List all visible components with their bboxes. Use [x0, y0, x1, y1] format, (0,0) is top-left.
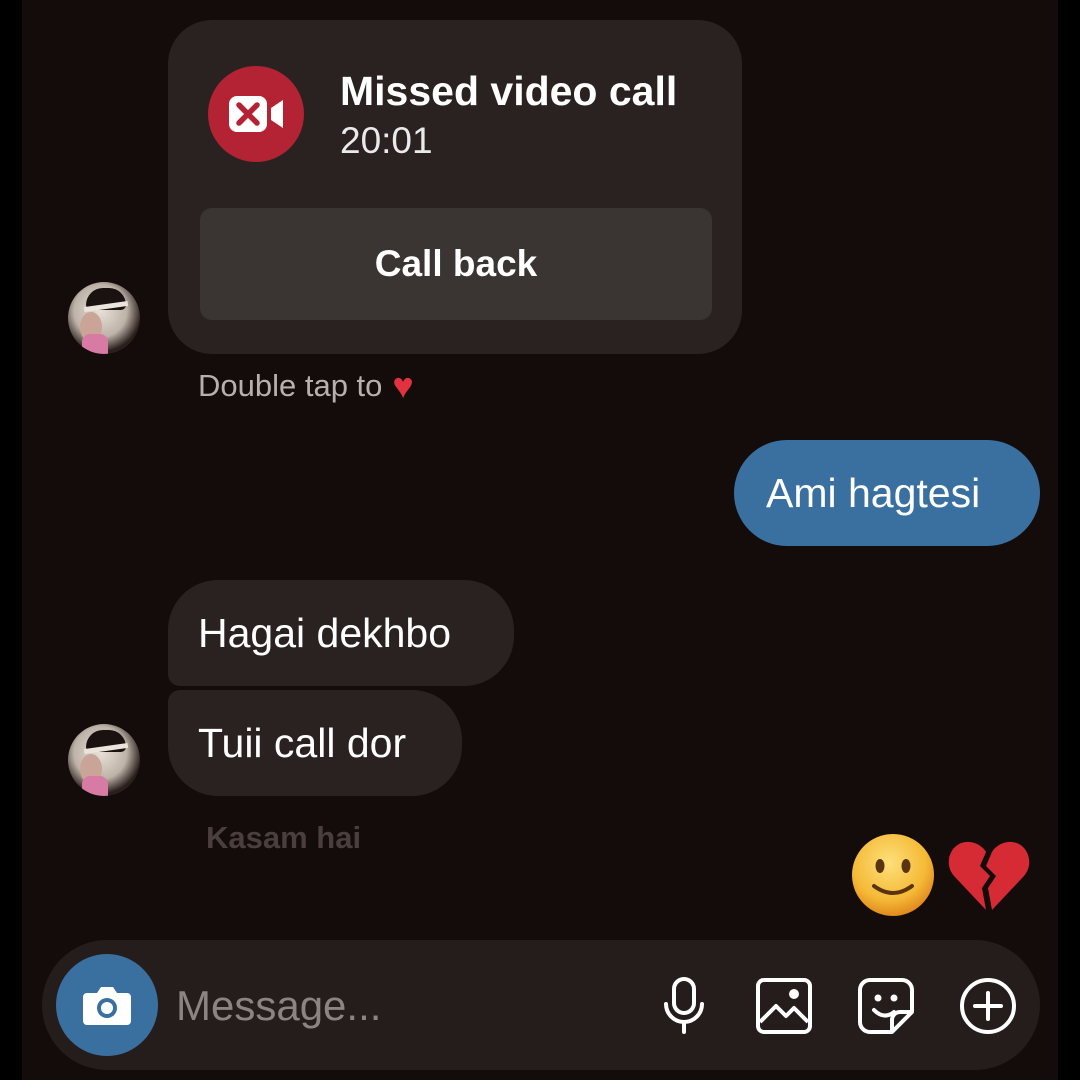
missed-call-title: Missed video call — [340, 68, 678, 114]
video-off-icon — [208, 66, 304, 162]
microphone-icon — [664, 977, 704, 1034]
chat-screen: Missed video call 20:01 Call back Double… — [22, 0, 1058, 1080]
contact-avatar[interactable] — [68, 282, 140, 354]
sticker-icon — [858, 978, 914, 1034]
slightly-smiling-face-icon[interactable] — [850, 832, 936, 918]
plus-circle-icon — [960, 978, 1016, 1034]
broken-heart-icon[interactable] — [946, 832, 1032, 918]
missed-call-time: 20:01 — [340, 120, 433, 161]
sent-message-bubble[interactable]: Ami hagtesi — [734, 440, 1040, 546]
more-button[interactable] — [958, 976, 1018, 1036]
reaction-hint-label: Double tap to — [198, 368, 383, 403]
camera-button[interactable] — [56, 954, 158, 1056]
camera-icon — [83, 987, 131, 1025]
contact-avatar[interactable] — [68, 724, 140, 796]
received-message-bubble[interactable]: Tuii call dor — [168, 690, 462, 796]
gallery-button[interactable] — [754, 976, 814, 1036]
seen-status: Kasam hai — [206, 820, 362, 855]
gallery-icon — [756, 978, 812, 1034]
microphone-button[interactable] — [654, 976, 714, 1036]
reaction-hint: Double tap to ♥ — [198, 368, 414, 404]
heart-icon: ♥ — [392, 365, 414, 406]
message-input[interactable] — [176, 976, 596, 1036]
message-composer — [42, 940, 1040, 1070]
call-back-button[interactable]: Call back — [200, 208, 712, 320]
received-message-bubble[interactable]: Hagai dekhbo — [168, 580, 514, 686]
missed-call-card: Missed video call 20:01 Call back — [168, 20, 742, 354]
sticker-button[interactable] — [856, 976, 916, 1036]
